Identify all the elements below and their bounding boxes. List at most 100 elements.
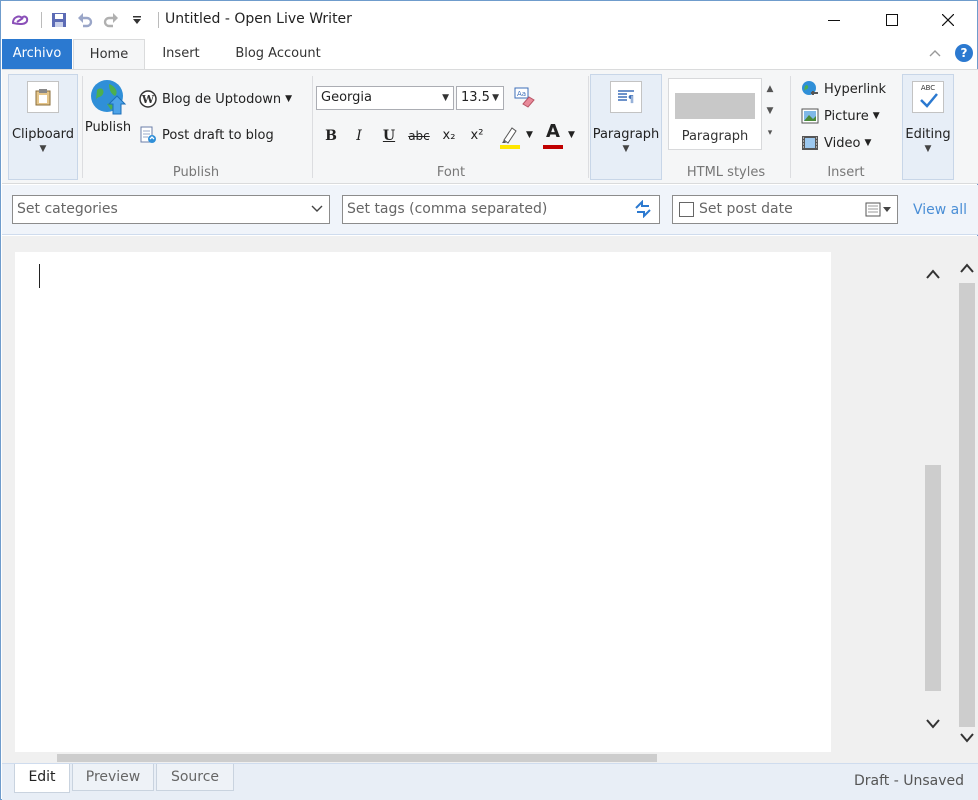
calendar-dropdown-icon[interactable]	[865, 201, 891, 228]
clear-formatting-icon[interactable]: Aa	[514, 86, 536, 112]
post-draft-button[interactable]: Post draft to blog	[138, 124, 274, 146]
minimize-button[interactable]	[805, 1, 863, 39]
svg-text:Aa: Aa	[517, 90, 526, 98]
collapse-ribbon-icon[interactable]	[929, 46, 941, 61]
chevron-down-icon	[311, 196, 323, 223]
hyperlink-icon	[800, 79, 820, 99]
paragraph-icon: ¶	[610, 81, 642, 113]
chevron-down-icon: ▼	[526, 130, 533, 140]
suggest-tags-icon[interactable]	[633, 199, 653, 228]
font-color-button[interactable]: A ▼	[542, 121, 582, 150]
paragraph-button[interactable]: ¶ Paragraph ▼	[591, 81, 661, 154]
post-date-checkbox[interactable]	[679, 202, 694, 217]
horizontal-scroll-thumb[interactable]	[57, 754, 657, 762]
blog-selector[interactable]: W Blog de Uptodown ▼	[138, 88, 292, 110]
picture-label: Picture	[824, 108, 869, 124]
subscript-button[interactable]: x₂	[436, 124, 462, 148]
chevron-down-icon: ▼	[864, 138, 872, 148]
tab-blog-account[interactable]: Blog Account	[223, 39, 333, 69]
save-icon[interactable]	[48, 9, 70, 31]
editing-button[interactable]: ABC Editing ▼	[903, 81, 953, 154]
window-scrollbar[interactable]	[957, 255, 977, 751]
tags-field[interactable]: Set tags (comma separated)	[342, 195, 660, 224]
bold-button[interactable]: B	[318, 124, 344, 148]
close-button[interactable]	[919, 1, 977, 39]
picture-button[interactable]: Picture ▼	[800, 105, 880, 127]
scroll-up-icon[interactable]	[925, 265, 941, 284]
paragraph-group[interactable]: ¶ Paragraph ▼	[590, 74, 662, 180]
tab-preview[interactable]: Preview	[72, 764, 154, 791]
bottom-bar: Edit Preview Source Draft - Unsaved	[2, 763, 978, 800]
blog-dropdown-icon: ▼	[285, 94, 293, 104]
paragraph-dropdown-icon: ▼	[622, 144, 630, 154]
editing-group[interactable]: ABC Editing ▼	[902, 74, 954, 180]
clipboard-icon	[27, 81, 59, 113]
publish-group-label: Publish	[172, 165, 220, 180]
publish-label: Publish	[84, 120, 132, 135]
strikethrough-button[interactable]: abc	[406, 124, 432, 148]
highlight-button[interactable]: ▼	[498, 124, 536, 150]
tab-edit[interactable]: Edit	[14, 764, 70, 793]
post-properties-bar: Set categories Set tags (comma separated…	[2, 185, 978, 235]
qat-separator	[41, 12, 42, 28]
video-icon	[800, 133, 820, 153]
publish-button[interactable]: Publish	[82, 78, 134, 135]
tab-home[interactable]: Home	[73, 39, 145, 70]
redo-icon[interactable]	[100, 9, 122, 31]
font-color-swatch	[543, 145, 563, 149]
customize-qat-icon[interactable]	[126, 9, 148, 31]
post-draft-icon	[138, 125, 158, 145]
tab-source[interactable]: Source	[156, 764, 234, 791]
font-size-value: 13.5	[461, 90, 490, 105]
superscript-button[interactable]: x²	[464, 124, 490, 148]
clipboard-label: Clipboard	[11, 127, 75, 142]
view-all-link[interactable]: View all	[913, 202, 967, 218]
chevron-down-icon: ▼	[568, 130, 575, 140]
ribbon: Clipboard ▼ Publish W Blog de Uptodown ▼…	[2, 69, 978, 184]
post-date-field[interactable]: Set post date	[672, 195, 898, 224]
video-button[interactable]: Video ▼	[800, 132, 871, 154]
insert-group: Hyperlink Picture ▼ Video ▼ Insert	[792, 70, 900, 184]
clipboard-group[interactable]: Clipboard ▼	[8, 74, 78, 180]
text-cursor	[39, 264, 40, 288]
title-bar: Untitled - Open Live Writer	[1, 1, 977, 39]
horizontal-scrollbar[interactable]	[31, 753, 911, 763]
italic-button[interactable]: I	[346, 124, 372, 148]
categories-placeholder: Set categories	[17, 201, 118, 217]
window-scroll-thumb[interactable]	[959, 283, 975, 727]
font-size-select[interactable]: 13.5 ▼	[456, 86, 504, 110]
chevron-down-icon: ▼	[872, 111, 880, 121]
scroll-down-icon[interactable]	[925, 715, 941, 734]
post-draft-label: Post draft to blog	[162, 127, 274, 143]
tab-file[interactable]: Archivo	[2, 39, 72, 69]
post-body-editor[interactable]	[15, 252, 831, 752]
categories-field[interactable]: Set categories	[12, 195, 330, 224]
group-separator	[790, 76, 791, 178]
paragraph-label: Paragraph	[592, 127, 660, 142]
underline-button[interactable]: U	[376, 124, 402, 148]
scroll-down-icon[interactable]	[959, 729, 975, 748]
highlighter-icon	[500, 127, 520, 149]
tab-insert[interactable]: Insert	[151, 39, 211, 69]
hyperlink-button[interactable]: Hyperlink	[800, 78, 886, 100]
scroll-up-icon[interactable]	[959, 259, 975, 278]
document-scroll-thumb[interactable]	[925, 465, 941, 691]
clipboard-button[interactable]: Clipboard ▼	[9, 81, 77, 154]
help-icon[interactable]: ?	[955, 44, 973, 62]
chevron-down-icon: ▼	[492, 93, 499, 103]
picture-icon	[800, 106, 820, 126]
app-logo-icon[interactable]	[9, 9, 31, 31]
document-scrollbar[interactable]	[921, 263, 945, 743]
publish-group: Publish W Blog de Uptodown ▼ Post draft …	[82, 70, 310, 184]
group-separator	[588, 76, 589, 178]
font-group: Georgia ▼ 13.5 ▼ Aa B I U abc x₂ x² ▼ A	[314, 70, 588, 184]
font-family-value: Georgia	[321, 90, 372, 105]
ribbon-tabs: Archivo Home Insert Blog Account	[1, 39, 977, 70]
chevron-down-icon: ▼	[442, 93, 449, 103]
qat-separator-2	[158, 12, 159, 28]
maximize-button[interactable]	[863, 1, 921, 39]
wordpress-icon: W	[138, 89, 158, 109]
spellcheck-abc: ABC	[920, 84, 936, 92]
undo-icon[interactable]	[74, 9, 96, 31]
font-family-select[interactable]: Georgia ▼	[316, 86, 454, 110]
